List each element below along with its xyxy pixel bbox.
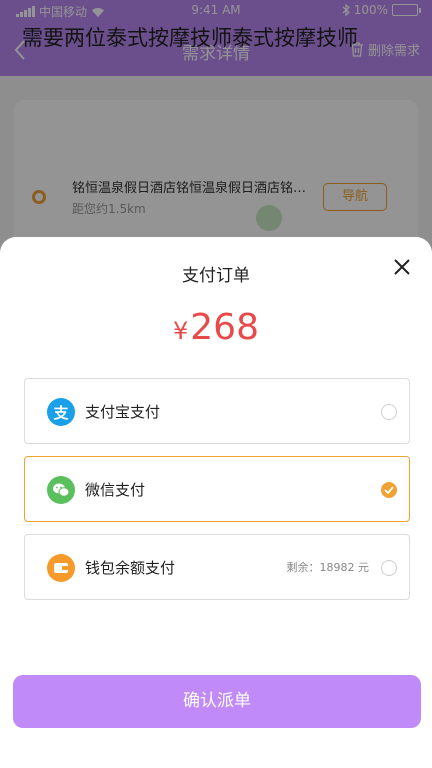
checkmark-icon — [384, 486, 394, 494]
alipay-icon: 支 — [47, 398, 75, 426]
payment-option-wechat[interactable]: 微信支付 — [24, 456, 410, 522]
currency-symbol: ¥ — [173, 317, 189, 345]
payment-sheet: 支付订单 ¥268 支 支付宝支付 微信支付 钱包余额支付 剩余：18982 元… — [0, 237, 432, 768]
amount-value: 268 — [190, 307, 259, 348]
payment-option-alipay[interactable]: 支 支付宝支付 — [24, 378, 410, 444]
sheet-title: 支付订单 — [182, 266, 250, 286]
wallet-icon — [47, 554, 75, 582]
close-icon[interactable] — [392, 257, 412, 277]
payment-option-label: 钱包余额支付 — [85, 559, 176, 577]
wechat-icon — [47, 476, 75, 504]
payment-option-wallet[interactable]: 钱包余额支付 剩余：18982 元 — [24, 534, 410, 600]
confirm-dispatch-button[interactable]: 确认派单 — [13, 675, 421, 728]
wallet-balance: 剩余：18982 元 — [286, 561, 370, 574]
payment-amount: ¥268 — [0, 307, 432, 348]
payment-option-label: 微信支付 — [85, 481, 146, 499]
payment-option-label: 支付宝支付 — [85, 403, 161, 421]
radio-button[interactable] — [381, 404, 397, 420]
radio-button[interactable] — [381, 560, 397, 576]
radio-button-checked[interactable] — [381, 482, 397, 498]
